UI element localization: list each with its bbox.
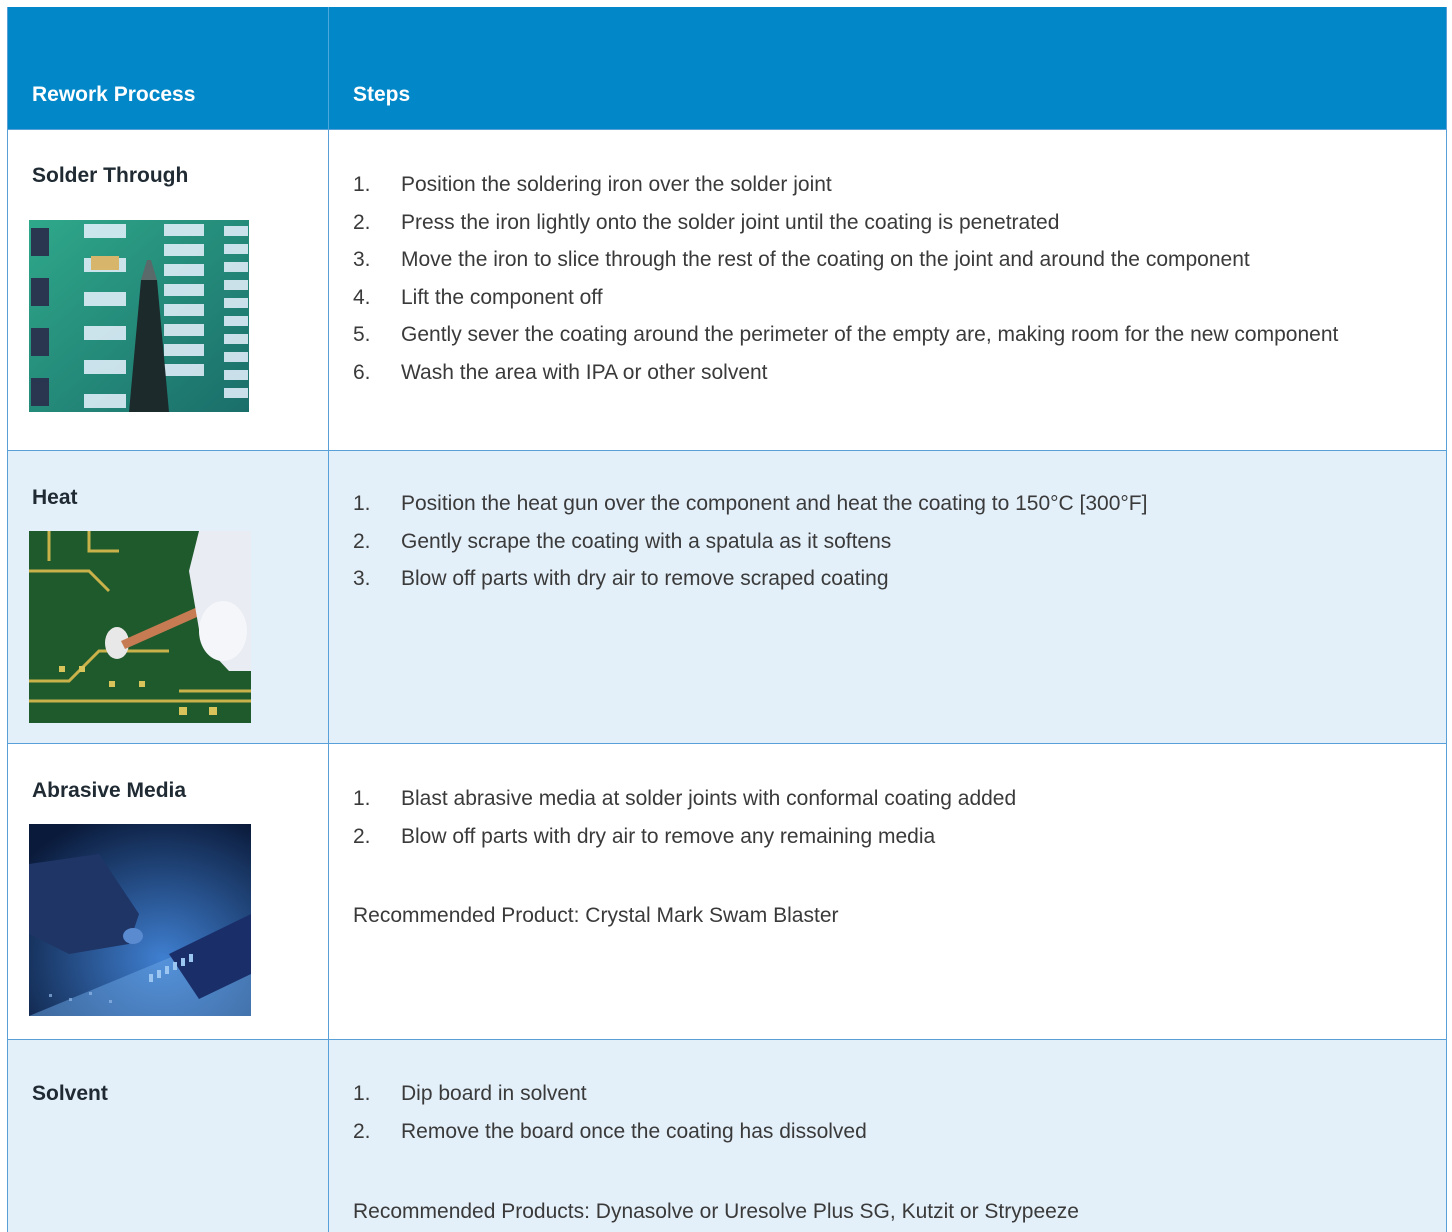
header-rework-process: Rework Process	[32, 83, 196, 106]
column-divider	[328, 1040, 329, 1232]
list-item: 2. Press the iron lightly onto the solder…	[353, 210, 1060, 234]
abrasive-media-photo	[29, 824, 251, 1016]
list-item: 3. Move the iron to slice through the res…	[353, 248, 1250, 271]
process-name: Heat	[32, 486, 78, 509]
list-item: 1. Dip board in solvent	[353, 1082, 587, 1105]
table-row-solvent: Solvent 1. Dip board in solvent 2. Remove …	[8, 1039, 1446, 1232]
steps-list: 1. Position the soldering iron over the s…	[353, 166, 1413, 391]
column-divider	[328, 130, 329, 450]
steps-list: 1. Blast abrasive media at solder joints …	[353, 780, 1413, 855]
list-item: 1. Position the heat gun over the compone…	[353, 492, 1148, 515]
header-steps: Steps	[353, 83, 411, 106]
list-item: 1. Position the soldering iron over the s…	[353, 173, 832, 196]
list-item: 2. Blow off parts with dry air to remove …	[353, 824, 936, 848]
list-item: 2. Gently scrape the coating with a spatu…	[353, 529, 892, 553]
list-item: 3. Blow off parts with dry air to remove …	[353, 567, 889, 590]
recommended-products: Recommended Products: Dynasolve or Ureso…	[353, 1200, 1079, 1223]
list-item: 6. Wash the area with IPA or other solven…	[353, 360, 768, 384]
list-item: 4. Lift the component off	[353, 285, 603, 309]
process-name: Solvent	[32, 1082, 108, 1105]
table-row-heat: Heat 1. Position the heat gun over the c…	[8, 450, 1446, 743]
column-divider	[328, 451, 329, 743]
column-divider	[328, 744, 329, 1039]
steps-list: 1. Dip board in solvent 2. Remove the boar…	[353, 1075, 1413, 1150]
steps-list: 1. Position the heat gun over the compone…	[353, 485, 1413, 598]
solder-through-photo	[29, 220, 249, 412]
list-item: 1. Blast abrasive media at solder joints …	[353, 787, 1017, 810]
rework-table: Rework Process Steps Solder Through 1. P…	[7, 7, 1447, 1232]
recommended-product: Recommended Product: Crystal Mark Swam B…	[353, 904, 839, 927]
list-item: 5. Gently sever the coating around the pe…	[353, 323, 1339, 346]
table-header: Rework Process Steps	[8, 7, 1446, 129]
heat-photo	[29, 531, 251, 723]
list-item: 2. Remove the board once the coating has …	[353, 1119, 867, 1143]
process-name: Solder Through	[32, 164, 189, 187]
table-row-abrasive-media: Abrasive Media 1. Blast abrasive media a…	[8, 743, 1446, 1039]
table-row-solder-through: Solder Through 1. Position the soldering…	[8, 129, 1446, 450]
process-name: Abrasive Media	[32, 779, 187, 802]
header-divider	[328, 7, 329, 129]
